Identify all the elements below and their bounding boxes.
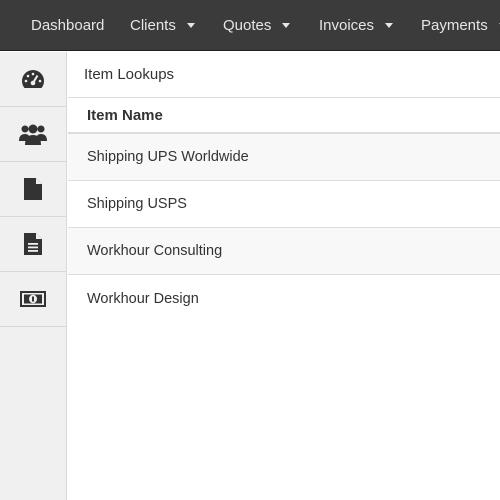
file-text-icon	[24, 233, 42, 255]
nav-quotes-dropdown[interactable]: Quotes	[223, 0, 291, 50]
nav-payments-dropdown[interactable]: Payments	[421, 0, 500, 50]
users-icon	[19, 124, 47, 145]
item-name-cell: Workhour Design	[87, 290, 199, 307]
page-title: Item Lookups	[84, 66, 175, 83]
sidebar-item-quotes[interactable]	[0, 162, 66, 217]
item-name-cell: Shipping USPS	[87, 196, 187, 212]
item-name-cell: Workhour Consulting	[87, 243, 223, 259]
column-header-label: Item Name	[87, 106, 163, 124]
item-lookups-table: Item Name Shipping UPS Worldwide Shippin…	[68, 98, 500, 322]
nav-invoices-dropdown[interactable]: Invoices	[319, 0, 394, 50]
caret-down-icon	[282, 23, 291, 28]
item-name-cell: Shipping UPS Worldwide	[87, 149, 249, 165]
nav-clients-label: Clients	[130, 16, 176, 34]
nav-quotes-label: Quotes	[223, 16, 272, 34]
file-icon	[24, 178, 42, 200]
nav-clients-dropdown[interactable]: Clients	[130, 0, 195, 50]
caret-down-icon	[186, 23, 195, 28]
nav-dashboard-label: Dashboard	[31, 16, 105, 34]
top-navbar: Dashboard Clients Quotes Invoices Paymen…	[0, 0, 500, 51]
nav-invoices-label: Invoices	[319, 16, 375, 34]
dashboard-gauge-icon	[21, 70, 45, 88]
table-row[interactable]: Shipping USPS	[68, 181, 500, 228]
sidebar	[0, 52, 67, 500]
nav-dashboard[interactable]: Dashboard	[31, 0, 105, 50]
column-header-item-name[interactable]: Item Name	[68, 98, 500, 134]
main-content: Item Lookups Item Name Shipping UPS Worl…	[68, 52, 500, 500]
table-row[interactable]: Shipping UPS Worldwide	[68, 134, 500, 181]
table-row[interactable]: Workhour Consulting	[68, 228, 500, 275]
money-icon	[20, 291, 46, 307]
panel-heading: Item Lookups	[68, 52, 500, 98]
sidebar-item-dashboard[interactable]	[0, 52, 66, 107]
sidebar-item-payments[interactable]	[0, 272, 66, 327]
table-row[interactable]: Workhour Design	[68, 275, 500, 322]
nav-payments-label: Payments	[421, 16, 488, 34]
sidebar-item-invoices[interactable]	[0, 217, 66, 272]
sidebar-item-clients[interactable]	[0, 107, 66, 162]
caret-down-icon	[385, 23, 394, 28]
